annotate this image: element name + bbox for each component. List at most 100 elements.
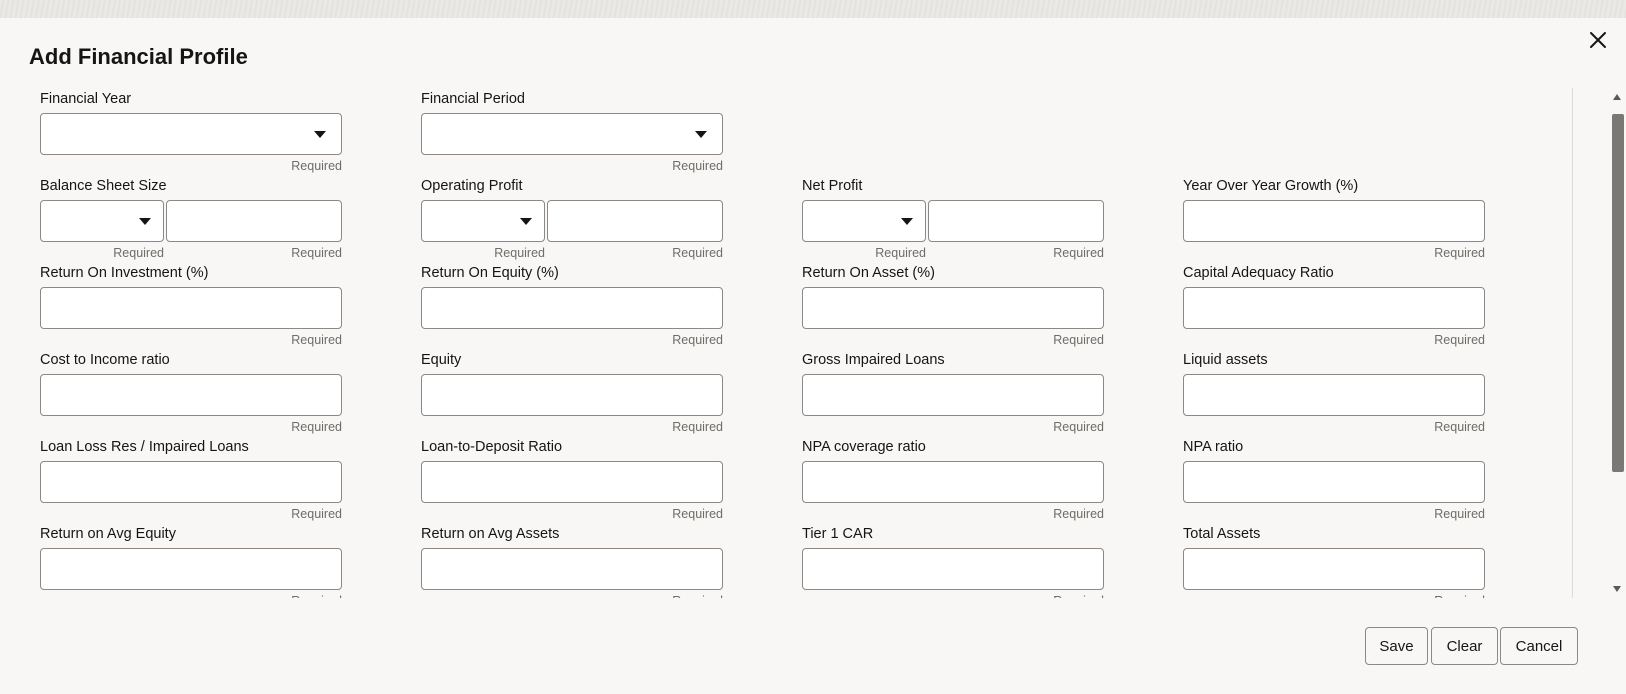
financial-year-select[interactable] xyxy=(40,113,342,155)
field-empty-2 xyxy=(1183,88,1485,175)
return-avg-assets-label: Return on Avg Assets xyxy=(421,526,560,542)
operating-profit-currency-select[interactable] xyxy=(421,200,545,242)
net-profit-amount-input[interactable] xyxy=(928,200,1104,242)
balance-sheet-size-required-hint: Required xyxy=(291,246,342,260)
gross-impaired-loans-input[interactable] xyxy=(802,374,1104,416)
liquid-assets-input[interactable] xyxy=(1183,374,1485,416)
car-input[interactable] xyxy=(1183,287,1485,329)
roi-label: Return On Investment (%) xyxy=(40,265,209,281)
return-avg-assets-input[interactable] xyxy=(421,548,723,590)
net-profit-label: Net Profit xyxy=(802,178,863,194)
operating-profit-amount-input[interactable] xyxy=(547,200,723,242)
net-profit-currency-select[interactable] xyxy=(802,200,926,242)
close-button[interactable] xyxy=(1584,26,1612,54)
financial-period-required-hint: Required xyxy=(672,159,723,173)
operating-profit-required-hint: Required xyxy=(672,246,723,260)
caret-down-icon xyxy=(901,218,913,225)
roe-label: Return On Equity (%) xyxy=(421,265,559,281)
financial-profile-form: Financial Year Required Financial Period Re… xyxy=(40,88,1490,598)
return-avg-equity-input[interactable] xyxy=(40,548,342,590)
tier1-car-required-hint: Required xyxy=(1053,594,1104,598)
field-total-assets: Total Assets Required xyxy=(1183,523,1485,598)
field-return-avg-equity: Return on Avg Equity Required xyxy=(40,523,342,598)
operating-profit-label: Operating Profit xyxy=(421,178,523,194)
save-button[interactable]: Save xyxy=(1365,627,1428,665)
net-profit-required-hint: Required xyxy=(1053,246,1104,260)
close-icon xyxy=(1590,32,1606,48)
field-car: Capital Adequacy Ratio Required xyxy=(1183,262,1485,349)
content-divider xyxy=(1572,88,1573,598)
loan-loss-res-label: Loan Loss Res / Impaired Loans xyxy=(40,439,249,455)
loan-loss-res-required-hint: Required xyxy=(291,507,342,521)
roe-required-hint: Required xyxy=(672,333,723,347)
total-assets-input[interactable] xyxy=(1183,548,1485,590)
yoy-growth-input[interactable] xyxy=(1183,200,1485,242)
field-net-profit: Net Profit Required Required xyxy=(802,175,1104,262)
scroll-thumb[interactable] xyxy=(1612,114,1624,472)
field-loan-loss-res: Loan Loss Res / Impaired Loans Required xyxy=(40,436,342,523)
net-profit-currency-required-hint: Required xyxy=(875,246,926,260)
npa-coverage-label: NPA coverage ratio xyxy=(802,439,926,455)
npa-ratio-label: NPA ratio xyxy=(1183,439,1244,455)
tier1-car-input[interactable] xyxy=(802,548,1104,590)
add-financial-profile-dialog: Add Financial Profile Financial Year Requ… xyxy=(0,18,1626,694)
financial-period-select[interactable] xyxy=(421,113,723,155)
car-label: Capital Adequacy Ratio xyxy=(1183,265,1334,281)
npa-coverage-required-hint: Required xyxy=(1053,507,1104,521)
balance-sheet-size-currency-select[interactable] xyxy=(40,200,164,242)
field-npa-ratio: NPA ratio Required xyxy=(1183,436,1485,523)
npa-ratio-input[interactable] xyxy=(1183,461,1485,503)
yoy-growth-required-hint: Required xyxy=(1434,246,1485,260)
cost-income-required-hint: Required xyxy=(291,420,342,434)
field-roi: Return On Investment (%) Required xyxy=(40,262,342,349)
equity-label: Equity xyxy=(421,352,462,368)
npa-coverage-input[interactable] xyxy=(802,461,1104,503)
field-liquid-assets: Liquid assets Required xyxy=(1183,349,1485,436)
field-balance-sheet-size: Balance Sheet Size Required Required xyxy=(40,175,342,262)
background-strip xyxy=(0,0,1626,18)
dialog-title: Add Financial Profile xyxy=(29,44,248,69)
roe-input[interactable] xyxy=(421,287,723,329)
loan-loss-res-input[interactable] xyxy=(40,461,342,503)
cost-income-label: Cost to Income ratio xyxy=(40,352,170,368)
balance-sheet-size-label: Balance Sheet Size xyxy=(40,178,167,194)
form-scrollbar[interactable] xyxy=(1609,88,1626,598)
field-roa: Return On Asset (%) Required xyxy=(802,262,1104,349)
field-tier1-car: Tier 1 CAR Required xyxy=(802,523,1104,598)
return-avg-equity-label: Return on Avg Equity xyxy=(40,526,176,542)
scroll-up-arrow-icon[interactable] xyxy=(1613,94,1621,100)
loan-to-deposit-label: Loan-to-Deposit Ratio xyxy=(421,439,563,455)
balance-sheet-size-currency-required-hint: Required xyxy=(113,246,164,260)
yoy-growth-label: Year Over Year Growth (%) xyxy=(1183,178,1359,194)
balance-sheet-size-amount-input[interactable] xyxy=(166,200,342,242)
total-assets-label: Total Assets xyxy=(1183,526,1261,542)
field-yoy-growth: Year Over Year Growth (%) Required xyxy=(1183,175,1485,262)
loan-to-deposit-required-hint: Required xyxy=(672,507,723,521)
field-cost-income: Cost to Income ratio Required xyxy=(40,349,342,436)
scroll-down-arrow-icon[interactable] xyxy=(1613,586,1621,592)
caret-down-icon xyxy=(139,218,151,225)
equity-required-hint: Required xyxy=(672,420,723,434)
roa-input[interactable] xyxy=(802,287,1104,329)
cancel-button[interactable]: Cancel xyxy=(1500,627,1578,665)
financial-year-required-hint: Required xyxy=(291,159,342,173)
cost-income-input[interactable] xyxy=(40,374,342,416)
tier1-car-label: Tier 1 CAR xyxy=(802,526,874,542)
form-scroll-area: Financial Year Required Financial Period Re… xyxy=(0,88,1573,598)
clear-button[interactable]: Clear xyxy=(1431,627,1498,665)
loan-to-deposit-input[interactable] xyxy=(421,461,723,503)
total-assets-required-hint: Required xyxy=(1434,594,1485,598)
npa-ratio-required-hint: Required xyxy=(1434,507,1485,521)
equity-input[interactable] xyxy=(421,374,723,416)
roi-required-hint: Required xyxy=(291,333,342,347)
field-financial-period: Financial Period Required xyxy=(421,88,723,175)
gross-impaired-loans-required-hint: Required xyxy=(1053,420,1104,434)
field-operating-profit: Operating Profit Required Required xyxy=(421,175,723,262)
caret-down-icon xyxy=(695,131,707,138)
field-npa-coverage: NPA coverage ratio Required xyxy=(802,436,1104,523)
field-roe: Return On Equity (%) Required xyxy=(421,262,723,349)
gross-impaired-loans-label: Gross Impaired Loans xyxy=(802,352,945,368)
field-empty-1 xyxy=(802,88,1104,175)
liquid-assets-label: Liquid assets xyxy=(1183,352,1268,368)
roi-input[interactable] xyxy=(40,287,342,329)
